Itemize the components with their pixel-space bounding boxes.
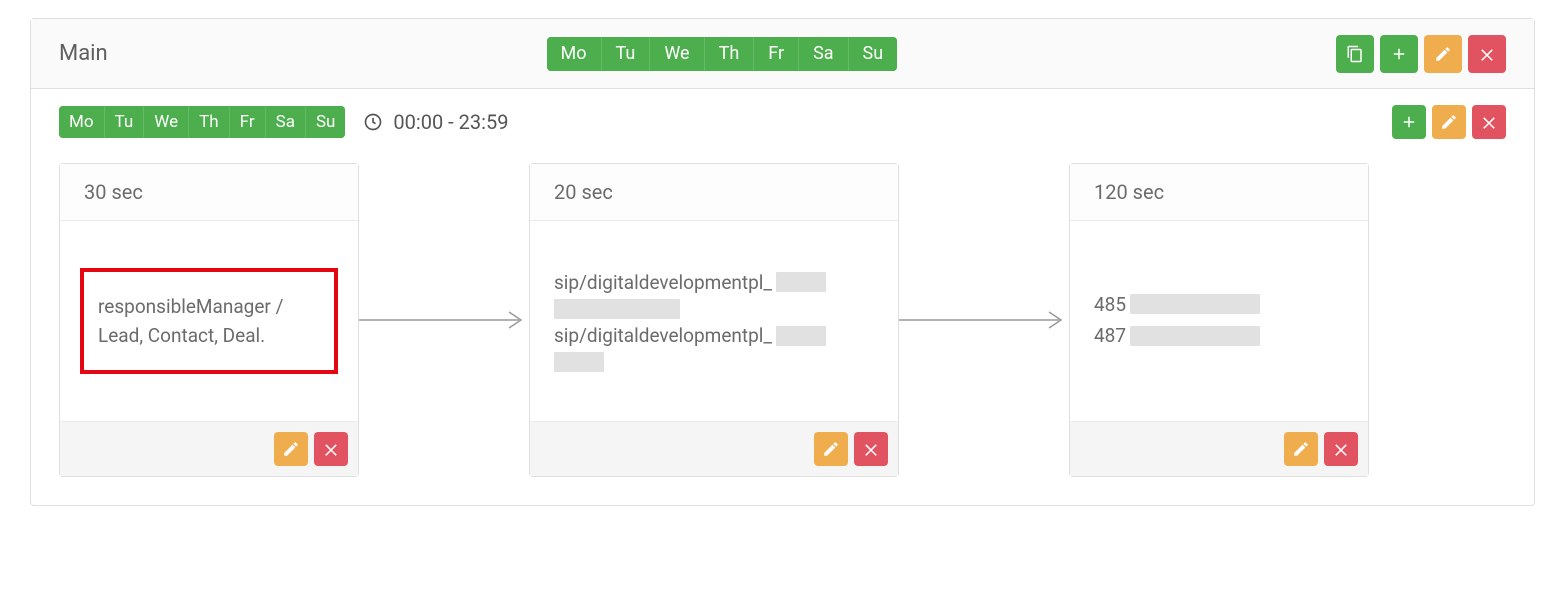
step-card-3-edit-button[interactable] — [1284, 432, 1318, 466]
num-line-1: 485 — [1094, 290, 1344, 319]
panel-header: Main Mo Tu We Th Fr Sa Su — [31, 19, 1534, 89]
step-card-1-body: responsibleManager / Lead, Contact, Deal… — [60, 221, 358, 421]
schedule-day-mo[interactable]: Mo — [59, 106, 105, 138]
edit-button[interactable] — [1424, 35, 1462, 73]
redacted-block — [1130, 294, 1260, 314]
copy-icon — [1346, 45, 1364, 63]
header-day-pills[interactable]: Mo Tu We Th Fr Sa Su — [547, 37, 898, 71]
day-pill-su[interactable]: Su — [849, 37, 898, 71]
step-card-3-body: 485 487 — [1070, 221, 1368, 421]
step-card-2-body: sip/digitaldevelopmentpl_ sip/digitaldev… — [530, 221, 898, 421]
redacted-block — [776, 326, 826, 346]
arrow-2 — [899, 163, 1069, 477]
sip-line-2-prefix: sip/digitaldevelopmentpl_ — [554, 321, 772, 350]
day-pill-tu[interactable]: Tu — [602, 37, 651, 71]
page-title: Main — [59, 41, 108, 66]
step-card-3-duration: 120 sec — [1070, 164, 1368, 221]
day-pill-we[interactable]: We — [650, 37, 704, 71]
arrow-right-icon — [899, 305, 1069, 335]
num-line-2: 487 — [1094, 321, 1344, 350]
day-pill-fr[interactable]: Fr — [754, 37, 799, 71]
schedule-delete-button[interactable] — [1472, 105, 1506, 139]
close-icon — [322, 440, 340, 458]
close-icon — [1332, 440, 1350, 458]
sip-line-1-prefix: sip/digitaldevelopmentpl_ — [554, 268, 772, 297]
step-card-1: 30 sec responsibleManager / Lead, Contac… — [59, 163, 359, 477]
time-range-text: 00:00 - 23:59 — [393, 110, 508, 134]
close-icon — [862, 440, 880, 458]
sip-line-2b — [554, 352, 874, 372]
step-card-2: 20 sec sip/digitaldevelopmentpl_ sip/dig… — [529, 163, 899, 477]
main-panel: Main Mo Tu We Th Fr Sa Su — [30, 18, 1535, 506]
arrow-1 — [359, 163, 529, 477]
redacted-block — [554, 352, 604, 372]
step-card-1-edit-button[interactable] — [274, 432, 308, 466]
close-icon — [1480, 113, 1498, 131]
pencil-icon — [1434, 45, 1452, 63]
cards-row: 30 sec responsibleManager / Lead, Contac… — [59, 163, 1506, 477]
step-card-1-text: responsibleManager / Lead, Contact, Deal… — [98, 295, 283, 347]
step-card-1-delete-button[interactable] — [314, 432, 348, 466]
schedule-edit-button[interactable] — [1432, 105, 1466, 139]
step-card-1-footer — [60, 421, 358, 476]
step-card-2-edit-button[interactable] — [814, 432, 848, 466]
sip-line-1: sip/digitaldevelopmentpl_ — [554, 268, 874, 297]
pencil-icon — [1440, 113, 1458, 131]
sip-line-2: sip/digitaldevelopmentpl_ — [554, 321, 874, 350]
day-pill-th[interactable]: Th — [705, 37, 755, 71]
copy-button[interactable] — [1336, 35, 1374, 73]
schedule-day-we[interactable]: We — [144, 106, 189, 138]
pencil-icon — [1292, 440, 1310, 458]
day-pill-mo[interactable]: Mo — [547, 37, 602, 71]
step-card-3-footer — [1070, 421, 1368, 476]
step-card-3: 120 sec 485 487 — [1069, 163, 1369, 477]
schedule-add-button[interactable] — [1392, 105, 1426, 139]
schedule-day-tu[interactable]: Tu — [105, 106, 145, 138]
step-card-1-duration: 30 sec — [60, 164, 358, 221]
num-line-1-prefix: 485 — [1094, 290, 1126, 319]
step-card-2-duration: 20 sec — [530, 164, 898, 221]
step-card-3-delete-button[interactable] — [1324, 432, 1358, 466]
pencil-icon — [822, 440, 840, 458]
close-icon — [1478, 45, 1496, 63]
redacted-block — [1130, 326, 1260, 346]
schedule-row: Mo Tu We Th Fr Sa Su 00:00 - 23:59 — [59, 105, 1506, 139]
schedule-day-pills[interactable]: Mo Tu We Th Fr Sa Su — [59, 106, 345, 138]
num-line-2-prefix: 487 — [1094, 321, 1126, 350]
step-card-2-footer — [530, 421, 898, 476]
schedule-day-fr[interactable]: Fr — [230, 106, 266, 138]
sip-line-1b — [554, 299, 874, 319]
pencil-icon — [282, 440, 300, 458]
step-card-2-delete-button[interactable] — [854, 432, 888, 466]
add-button[interactable] — [1380, 35, 1418, 73]
panel-body: Mo Tu We Th Fr Sa Su 00:00 - 23:59 — [31, 89, 1534, 505]
arrow-right-icon — [359, 305, 529, 335]
highlight-box: responsibleManager / Lead, Contact, Deal… — [80, 268, 338, 375]
plus-icon — [1390, 45, 1408, 63]
redacted-block — [776, 272, 826, 292]
day-pill-sa[interactable]: Sa — [799, 37, 848, 71]
plus-icon — [1400, 113, 1418, 131]
schedule-day-th[interactable]: Th — [189, 106, 230, 138]
schedule-day-su[interactable]: Su — [306, 106, 345, 138]
redacted-block — [554, 299, 680, 319]
time-range-block: 00:00 - 23:59 — [363, 110, 508, 134]
delete-button[interactable] — [1468, 35, 1506, 73]
clock-icon — [363, 112, 383, 132]
schedule-day-sa[interactable]: Sa — [266, 106, 306, 138]
